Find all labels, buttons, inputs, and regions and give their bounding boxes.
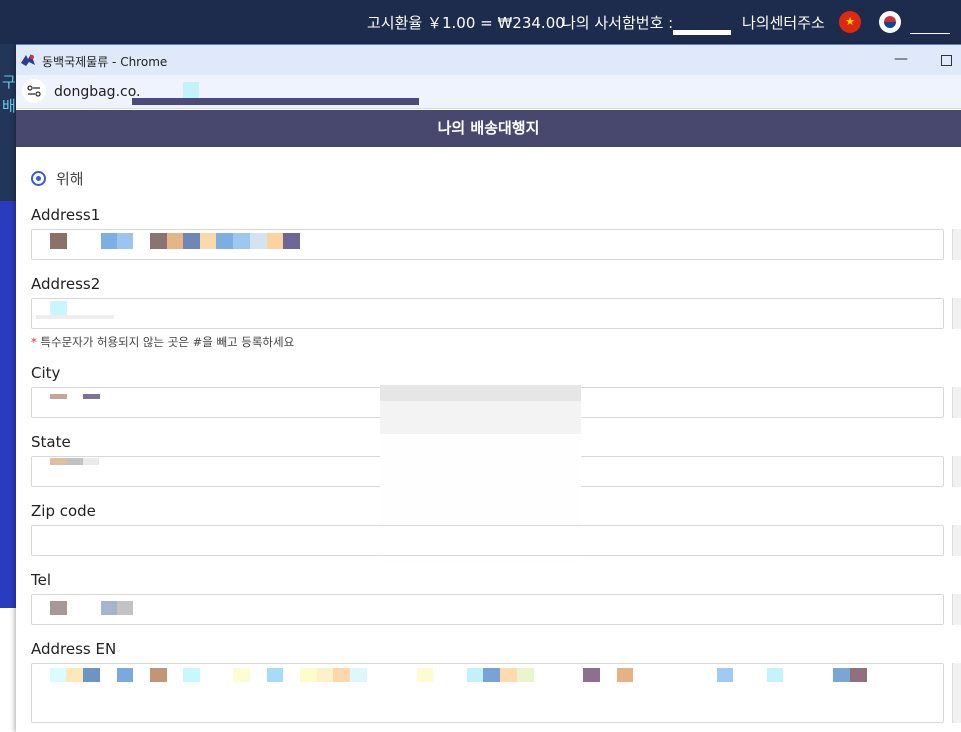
zip-code-label: Zip code [31, 502, 96, 520]
city-label: City [31, 364, 61, 382]
address-en-textarea[interactable] [31, 663, 944, 723]
input-edge [952, 663, 961, 723]
po-box-label: 나의 사서함번호 : [562, 14, 674, 32]
window-title: 동백국제물류 - Chrome [42, 55, 168, 69]
note-text: 특수문자가 허용되지 않는 곳은 #을 빼고 등록하세요 [40, 335, 295, 349]
address1-input[interactable] [31, 229, 944, 260]
input-edge [952, 229, 961, 260]
redacted-text [50, 233, 67, 249]
redacted-text [200, 233, 216, 249]
po-box-value [673, 30, 731, 35]
site-info-icon[interactable] [22, 79, 46, 103]
url-text[interactable]: dongbag.co. [54, 84, 140, 100]
redacted-text [767, 668, 783, 682]
redacted-text [467, 668, 483, 682]
window-titlebar[interactable]: 동백국제물류 - Chrome — [16, 44, 961, 76]
url-redaction [183, 82, 199, 98]
minimize-button[interactable]: — [894, 51, 908, 67]
redacted-text [267, 668, 283, 682]
redacted-text [117, 668, 133, 682]
china-flag-icon[interactable]: ★ [839, 11, 861, 33]
redacted-text [50, 668, 66, 682]
address1-label: Address1 [31, 206, 101, 224]
redacted-text [117, 233, 133, 249]
radio-selected-icon[interactable] [31, 171, 46, 186]
redacted-text [67, 458, 83, 465]
redacted-text [483, 668, 500, 682]
radio-option-weihai[interactable]: 위해 [31, 168, 84, 189]
address-form: 위해 Address1 Address2 * 특수문자가 허용되지 않는 곳은 … [16, 147, 961, 732]
redacted-text [233, 668, 250, 682]
redacted-text [83, 458, 99, 465]
redacted-text [500, 668, 517, 682]
redacted-text [101, 601, 117, 615]
exchange-rate: 고시환율 ￥1.00 = ₩234.00 [367, 14, 565, 32]
required-star: * [31, 335, 37, 349]
input-edge [952, 525, 961, 556]
address-en-label: Address EN [31, 640, 117, 658]
redacted-text [183, 668, 200, 682]
redacted-text [167, 233, 183, 249]
redacted-text [250, 233, 267, 249]
redacted-text [717, 668, 733, 682]
url-redaction [132, 98, 419, 105]
background-text: 구 [2, 73, 16, 91]
background-page-top: 구 배 [0, 44, 16, 201]
redacted-text [117, 601, 133, 615]
chrome-popup-window: 동백국제물류 - Chrome — dongbag.co. 나의 배송대행지 위… [16, 44, 961, 732]
redacted-text [83, 668, 100, 682]
site-header: 고시환율 ￥1.00 = ₩234.00 나의 사서함번호 : 나의센터주소 ★ [0, 0, 961, 44]
korea-flag-icon[interactable] [879, 11, 901, 33]
redacted-text [233, 233, 250, 249]
redacted-text [66, 668, 83, 682]
redacted-text [101, 233, 117, 249]
redacted-text [83, 394, 100, 399]
center-address-link[interactable]: 나의센터주소 [742, 12, 825, 33]
special-char-note: * 특수문자가 허용되지 않는 곳은 #을 빼고 등록하세요 [31, 334, 294, 350]
address2-input[interactable] [31, 298, 944, 329]
redacted-text [617, 668, 633, 682]
overlay-panel [380, 385, 581, 401]
redacted-text [833, 668, 850, 682]
redacted-text [300, 668, 317, 682]
redacted-text [267, 233, 283, 249]
modal-title: 나의 배송대행지 [16, 110, 961, 147]
radio-label: 위해 [56, 170, 84, 188]
input-edge [952, 456, 961, 487]
address-bar[interactable]: dongbag.co. [16, 75, 961, 109]
background-banner [0, 201, 16, 608]
redacted-text [150, 668, 167, 682]
redacted-text [150, 233, 167, 249]
dongbaek-logo-icon [20, 53, 36, 70]
tel-input[interactable] [31, 594, 944, 625]
redacted-text [583, 668, 600, 682]
tel-label: Tel [31, 571, 52, 589]
overlay-panel [380, 401, 581, 434]
redacted-text [333, 668, 350, 682]
redacted-text [50, 394, 67, 399]
redacted-text [50, 601, 67, 615]
state-label: State [31, 433, 71, 451]
background-text: 배 [2, 97, 16, 115]
redacted-text [36, 315, 114, 319]
maximize-button[interactable] [941, 55, 952, 66]
zip-code-input[interactable] [31, 525, 944, 556]
redacted-text [283, 233, 300, 249]
header-redacted-line [910, 33, 950, 34]
input-edge [952, 594, 961, 625]
redacted-text [517, 668, 534, 682]
redacted-text [183, 233, 200, 249]
redacted-text [850, 668, 867, 682]
redacted-text [317, 668, 333, 682]
redacted-text [350, 668, 367, 682]
input-edge [952, 387, 961, 418]
redacted-text [417, 668, 433, 682]
redacted-text [50, 458, 67, 465]
address2-label: Address2 [31, 275, 101, 293]
input-edge [952, 298, 961, 329]
redacted-text [216, 233, 233, 249]
